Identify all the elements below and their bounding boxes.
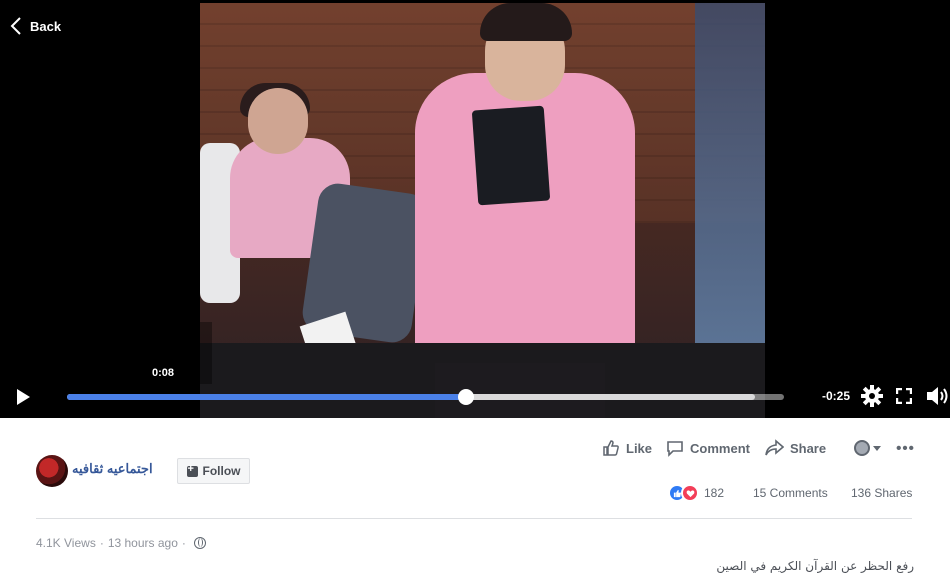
reactions-summary[interactable]: 182 [668, 484, 724, 502]
video-frame[interactable] [200, 3, 765, 418]
comment-icon [667, 441, 683, 457]
meta-separator: · [99, 536, 104, 550]
seek-preview-time: 0:08 [152, 367, 175, 379]
back-button[interactable]: Back [10, 16, 61, 36]
seek-bar-played [67, 394, 466, 400]
video-scene-book [471, 105, 551, 206]
share-button[interactable]: Share [764, 439, 826, 457]
video-scene-person [480, 3, 572, 41]
play-button[interactable] [12, 387, 34, 407]
post-actions: Like Comment Share ••• [602, 438, 915, 458]
fullscreen-button[interactable] [895, 386, 913, 406]
caret-down-icon [873, 446, 882, 451]
globe-icon [854, 440, 871, 456]
post-caption: رفع الحظر عن القرآن الكريم في الصين [716, 559, 914, 573]
comment-button[interactable]: Comment [666, 439, 750, 457]
like-button[interactable]: Like [602, 439, 652, 457]
more-options-button[interactable]: ••• [896, 440, 915, 457]
avatar[interactable] [36, 455, 68, 487]
gear-icon [861, 385, 883, 407]
seek-bar[interactable] [67, 389, 784, 405]
meta-separator: · [181, 536, 186, 550]
share-label: Share [789, 440, 827, 456]
volume-icon [927, 387, 948, 405]
remaining-time: -0:25 [822, 389, 851, 403]
video-post: Back 0:08 -0:25 Like Comment Share ••• ا… [0, 0, 950, 584]
back-label: Back [30, 18, 62, 34]
post-meta: 4.1K Views · 13 hours ago · [36, 536, 206, 550]
reaction-count: 182 [704, 486, 725, 500]
fullscreen-icon [896, 388, 912, 404]
follow-button[interactable]: Follow [177, 458, 250, 484]
globe-icon [193, 537, 206, 549]
comment-label: Comment [690, 440, 750, 456]
video-player[interactable]: Back 0:08 -0:25 [0, 0, 950, 418]
view-count: 4.1K Views [36, 536, 96, 550]
page-name-link[interactable]: اجتماعيه ثقافيه [72, 461, 153, 477]
follow-label: Follow [202, 464, 241, 478]
settings-button[interactable] [861, 385, 883, 407]
thumbs-up-icon [603, 440, 619, 456]
audience-selector[interactable] [854, 440, 882, 456]
play-icon [17, 389, 30, 405]
seek-bar-thumb[interactable] [457, 389, 474, 405]
post-timestamp[interactable]: 13 hours ago [108, 536, 178, 550]
volume-button[interactable] [925, 385, 949, 407]
share-icon [765, 439, 784, 456]
chevron-left-icon [10, 17, 21, 35]
comments-count-link[interactable]: 15 Comments [753, 486, 828, 500]
divider [36, 518, 912, 519]
love-reaction-icon [681, 484, 699, 502]
like-label: Like [626, 440, 653, 456]
shares-count-link[interactable]: 136 Shares [851, 486, 912, 500]
video-scene-person [248, 88, 308, 154]
follow-icon [186, 463, 198, 477]
